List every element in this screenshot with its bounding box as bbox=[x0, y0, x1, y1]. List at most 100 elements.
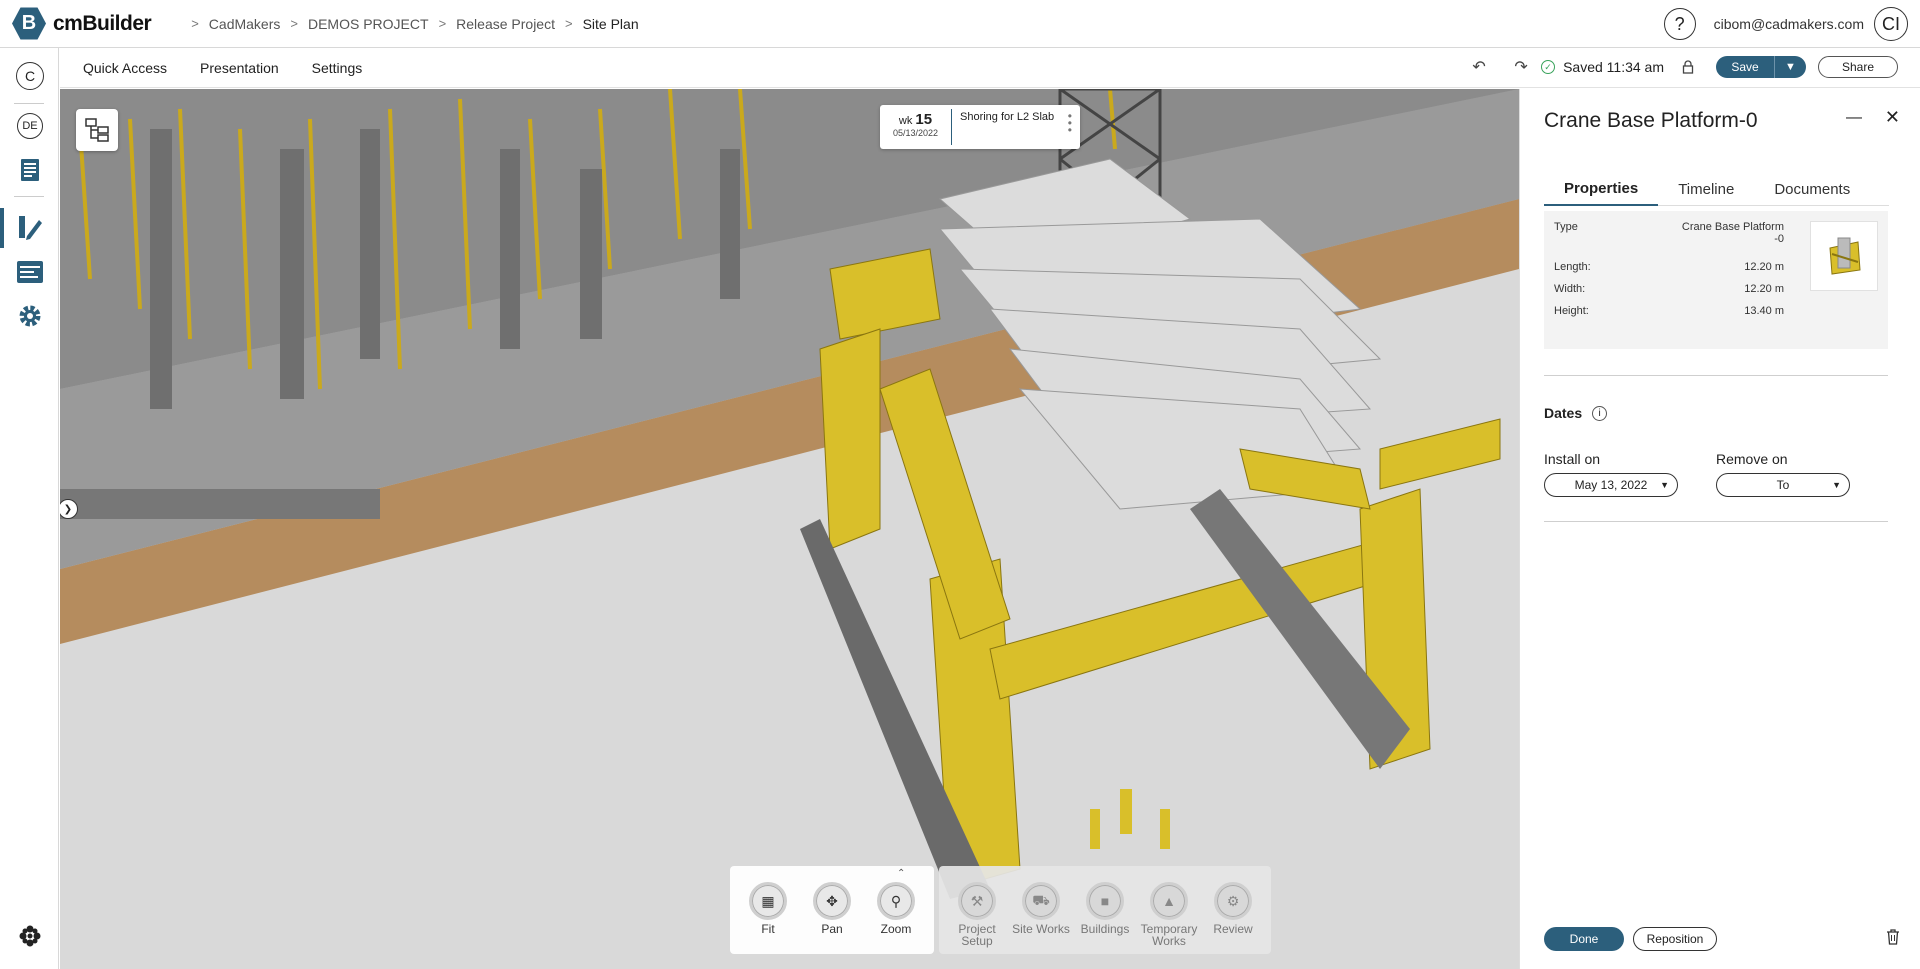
navigation-tools: ⌃ ▦ Fit ✥ Pan ⚲ Zoom bbox=[730, 866, 934, 954]
crane-icon: ▲ bbox=[1150, 882, 1188, 920]
dates-section: Dates i bbox=[1544, 405, 1608, 421]
remove-on-label: Remove on bbox=[1716, 451, 1788, 467]
site-model-render[interactable] bbox=[60, 89, 1519, 969]
document-icon[interactable] bbox=[14, 154, 46, 186]
top-bar: B cmBuilder > CadMakers > DEMOS PROJECT … bbox=[0, 0, 1920, 48]
caret-down-icon: ▼ bbox=[1660, 480, 1669, 490]
height-row: Height: 13.40 m bbox=[1554, 305, 1784, 317]
help-icon[interactable]: ? bbox=[1663, 8, 1696, 40]
tab-documents[interactable]: Documents bbox=[1754, 172, 1870, 206]
crane-base-thumbnail-icon bbox=[1829, 237, 1861, 275]
mode-tools: ⚒ Project Setup ⛟ Site Works ■ Buildings… bbox=[939, 866, 1271, 954]
remove-date-select[interactable]: To ▼ bbox=[1716, 473, 1850, 497]
week-prefix: wk bbox=[898, 115, 913, 127]
chevron-up-icon[interactable]: ⌃ bbox=[897, 868, 905, 879]
dates-heading: Dates bbox=[1544, 405, 1583, 421]
type-value-line-1: Crane Base Platform bbox=[1681, 221, 1784, 233]
task-name: Shoring for L2 Slab bbox=[960, 111, 1055, 123]
install-on-label: Install on bbox=[1544, 451, 1601, 467]
tab-properties[interactable]: Properties bbox=[1544, 172, 1659, 206]
type-value: Crane Base Platform -0 bbox=[1682, 221, 1784, 245]
width-row: Width: 12.20 m bbox=[1554, 283, 1784, 295]
design-pen-icon[interactable] bbox=[14, 212, 46, 244]
schedule-icon[interactable] bbox=[14, 256, 46, 288]
user-email[interactable]: cibom@cadmakers.com bbox=[1714, 16, 1864, 32]
type-label: Type bbox=[1554, 221, 1578, 233]
width-label: Width: bbox=[1554, 283, 1586, 295]
length-label: Length: bbox=[1554, 261, 1591, 273]
pan-label: Pan bbox=[821, 922, 843, 936]
saved-status: ✓ Saved 11:34 am bbox=[1541, 59, 1664, 75]
site-works-tool[interactable]: ⛟ Site Works bbox=[1009, 872, 1073, 954]
view-toolbar: ⌃ ▦ Fit ✥ Pan ⚲ Zoom ⚒ Project Setup ⛟ S… bbox=[730, 866, 1276, 954]
week-date: 05/13/2022 bbox=[892, 128, 939, 138]
type-row: Type Crane Base Platform -0 bbox=[1554, 221, 1784, 245]
divider bbox=[1544, 375, 1888, 376]
chevron-right-icon: > bbox=[438, 16, 447, 31]
done-button[interactable]: Done bbox=[1544, 927, 1624, 951]
width-value: 12.20 m bbox=[1744, 283, 1784, 295]
buildings-label: Buildings bbox=[1080, 922, 1130, 936]
schedule-card[interactable]: wk 15 05/13/2022 Shoring for L2 Slab • • • bbox=[880, 105, 1080, 149]
user-avatar[interactable]: CI bbox=[1874, 7, 1908, 41]
apps-icon[interactable] bbox=[14, 920, 46, 952]
check-circle-icon: ✓ bbox=[1541, 60, 1556, 74]
more-options-icon[interactable]: • • • bbox=[1068, 110, 1072, 136]
menu-settings[interactable]: Settings bbox=[312, 60, 363, 76]
breadcrumb-item-project[interactable]: DEMOS PROJECT bbox=[308, 16, 429, 32]
zoom-tool[interactable]: ⚲ Zoom bbox=[864, 872, 928, 954]
close-icon[interactable]: ✕ bbox=[1885, 107, 1900, 128]
reposition-button[interactable]: Reposition bbox=[1633, 927, 1717, 951]
breadcrumb-item-company[interactable]: CadMakers bbox=[209, 16, 281, 32]
week-label-row: wk 15 bbox=[880, 111, 951, 128]
save-button[interactable]: Save bbox=[1716, 56, 1774, 78]
3d-viewport[interactable]: ❯ wk 15 05/13/2022 Shoring for L2 Slab •… bbox=[60, 89, 1519, 969]
project-switcher[interactable]: DE bbox=[14, 110, 46, 142]
project-setup-tool[interactable]: ⚒ Project Setup bbox=[945, 872, 1009, 954]
fit-tool[interactable]: ▦ Fit bbox=[736, 872, 800, 954]
app-name: cmBuilder bbox=[53, 11, 152, 35]
length-row: Length: 12.20 m bbox=[1554, 261, 1784, 273]
settings-gear-icon[interactable] bbox=[14, 300, 46, 332]
minimize-icon[interactable]: — bbox=[1846, 109, 1862, 127]
properties-box: Type Crane Base Platform -0 Length: 12.2… bbox=[1544, 211, 1888, 349]
temporary-works-label: Temporary Works bbox=[1140, 922, 1198, 948]
save-options-chevron-down-icon[interactable]: ▼ bbox=[1774, 56, 1806, 78]
company-initial: C bbox=[16, 62, 44, 90]
height-value: 13.40 m bbox=[1744, 305, 1784, 317]
chevron-right-icon: > bbox=[564, 16, 573, 31]
tab-timeline[interactable]: Timeline bbox=[1658, 172, 1754, 206]
project-setup-label: Project Setup bbox=[958, 922, 996, 948]
buildings-tool[interactable]: ■ Buildings bbox=[1073, 872, 1137, 954]
temporary-works-tool[interactable]: ▲ Temporary Works bbox=[1137, 872, 1201, 954]
save-button-group: Save ▼ bbox=[1716, 56, 1806, 78]
chevron-right-icon: > bbox=[191, 16, 199, 31]
review-icon: ⚙ bbox=[1214, 882, 1252, 920]
divider bbox=[1544, 521, 1888, 522]
type-value-line-2: -0 bbox=[1774, 233, 1784, 245]
week-block: wk 15 05/13/2022 bbox=[880, 109, 952, 145]
logo-mark: B bbox=[12, 7, 46, 40]
height-label: Height: bbox=[1554, 305, 1589, 317]
tree-hierarchy-icon bbox=[85, 118, 109, 142]
redo-icon[interactable]: ↷ bbox=[1507, 53, 1535, 81]
company-switcher[interactable]: C bbox=[14, 60, 46, 92]
lock-icon[interactable] bbox=[1674, 53, 1702, 81]
menu-presentation[interactable]: Presentation bbox=[200, 60, 279, 76]
pan-tool[interactable]: ✥ Pan bbox=[800, 872, 864, 954]
app-logo[interactable]: B cmBuilder bbox=[12, 7, 152, 41]
install-date-select[interactable]: May 13, 2022 ▼ bbox=[1544, 473, 1678, 497]
breadcrumb: > CadMakers > DEMOS PROJECT > Release Pr… bbox=[181, 16, 638, 32]
model-tree-button[interactable] bbox=[76, 109, 118, 151]
menu-quick-access[interactable]: Quick Access bbox=[83, 60, 167, 76]
info-icon[interactable]: i bbox=[1592, 405, 1608, 421]
project-initials: DE bbox=[17, 113, 43, 139]
zoom-icon: ⚲ bbox=[877, 882, 915, 920]
panel-title: Crane Base Platform-0 bbox=[1544, 109, 1758, 132]
review-tool[interactable]: ⚙ Review bbox=[1201, 872, 1265, 954]
properties-panel: Crane Base Platform-0 — ✕ Properties Tim… bbox=[1519, 89, 1920, 969]
share-button[interactable]: Share bbox=[1818, 56, 1898, 78]
trash-icon[interactable] bbox=[1886, 929, 1900, 950]
undo-icon[interactable]: ↶ bbox=[1465, 53, 1493, 81]
breadcrumb-item-release[interactable]: Release Project bbox=[456, 16, 555, 32]
